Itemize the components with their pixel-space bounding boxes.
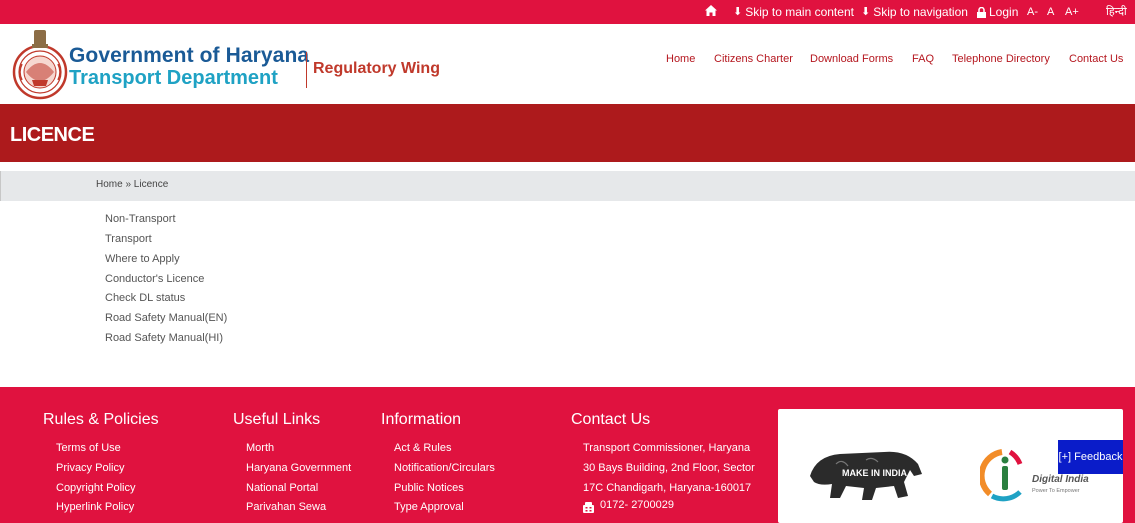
nav-citizens-charter[interactable]: Citizens Charter [714,53,793,65]
footer-link-privacy[interactable]: Privacy Policy [56,462,124,474]
make-in-india-logo-icon[interactable]: MAKE IN INDIA [806,446,924,504]
contact-phone: 0172- 2700029 [600,499,675,511]
login-label: Login [989,5,1019,19]
footer-link-national-portal[interactable]: National Portal [246,482,318,494]
skip-nav-link[interactable]: ⬇ Skip to navigation [861,5,968,19]
footer-heading-useful: Useful Links [233,411,321,428]
nav-faq[interactable]: FAQ [912,53,934,65]
breadcrumb-bar [0,171,1135,201]
footer-heading-rules: Rules & Policies [43,411,159,428]
nav-download-forms[interactable]: Download Forms [810,53,893,65]
nav-home[interactable]: Home [666,53,695,65]
footer-link-type-approval[interactable]: Type Approval [394,501,464,513]
link-transport[interactable]: Transport [105,233,152,245]
digital-india-text: Digital India [1032,474,1089,485]
contact-line-2: 30 Bays Building, 2nd Floor, Sector [583,462,755,474]
haryana-emblem-icon[interactable] [12,28,68,100]
home-icon[interactable] [705,5,717,16]
feedback-button[interactable]: [+] Feedback [1058,440,1123,474]
link-check-dl-status[interactable]: Check DL status [105,292,185,304]
link-non-transport[interactable]: Non-Transport [105,213,176,225]
digital-india-tagline: Power To Empower [1032,488,1080,494]
phone-icon [583,502,594,513]
footer-link-act-rules[interactable]: Act & Rules [394,442,451,454]
link-where-to-apply[interactable]: Where to Apply [105,253,180,265]
top-utility-bar: ⬇ Skip to main content ⬇ Skip to navigat… [0,0,1135,24]
page-title: LICENCE [10,124,95,146]
skip-main-link[interactable]: ⬇ Skip to main content [733,5,854,19]
login-link[interactable]: Login [977,5,1018,19]
nav-contact-us[interactable]: Contact Us [1069,53,1123,65]
link-road-safety-manual-hi[interactable]: Road Safety Manual(HI) [105,332,223,344]
footer-link-hyperlink[interactable]: Hyperlink Policy [56,501,134,513]
contact-line-3: 17C Chandigarh, Haryana-160017 [583,482,752,494]
department-title: Transport Department [69,67,278,89]
skip-main-label: Skip to main content [745,5,854,19]
regulatory-wing-title: Regulatory Wing [313,60,440,77]
skip-nav-label: Skip to navigation [873,5,968,19]
footer-link-terms[interactable]: Terms of Use [56,442,121,454]
page-banner [0,104,1135,162]
footer-link-morth[interactable]: Morth [246,442,274,454]
footer-heading-information: Information [381,411,462,428]
font-decrease-button[interactable]: A- [1027,5,1038,19]
lock-icon [977,6,986,18]
nav-telephone-directory[interactable]: Telephone Directory [952,53,1050,65]
footer-link-haryana-govt[interactable]: Haryana Government [246,462,351,474]
footer-heading-contact: Contact Us [571,411,651,428]
header-divider [306,52,307,88]
arrow-down-icon: ⬇ [861,6,871,18]
footer-link-notifications[interactable]: Notification/Circulars [394,462,495,474]
footer-link-parivahan[interactable]: Parivahan Sewa [246,501,326,513]
link-conductors-licence[interactable]: Conductor's Licence [105,273,204,285]
footer-link-public-notices[interactable]: Public Notices [394,482,464,494]
breadcrumb[interactable]: Home » Licence [96,179,168,190]
contact-line-1: Transport Commissioner, Haryana [583,442,751,454]
make-in-india-text: MAKE IN INDIA [842,468,908,478]
font-normal-button[interactable]: A [1047,5,1054,19]
arrow-down-icon: ⬇ [733,6,743,18]
footer-link-copyright[interactable]: Copyright Policy [56,482,135,494]
font-increase-button[interactable]: A+ [1065,5,1079,19]
hindi-language-link[interactable]: हिन्दी [1106,5,1127,19]
government-title: Government of Haryana [69,44,310,67]
link-road-safety-manual-en[interactable]: Road Safety Manual(EN) [105,312,227,324]
